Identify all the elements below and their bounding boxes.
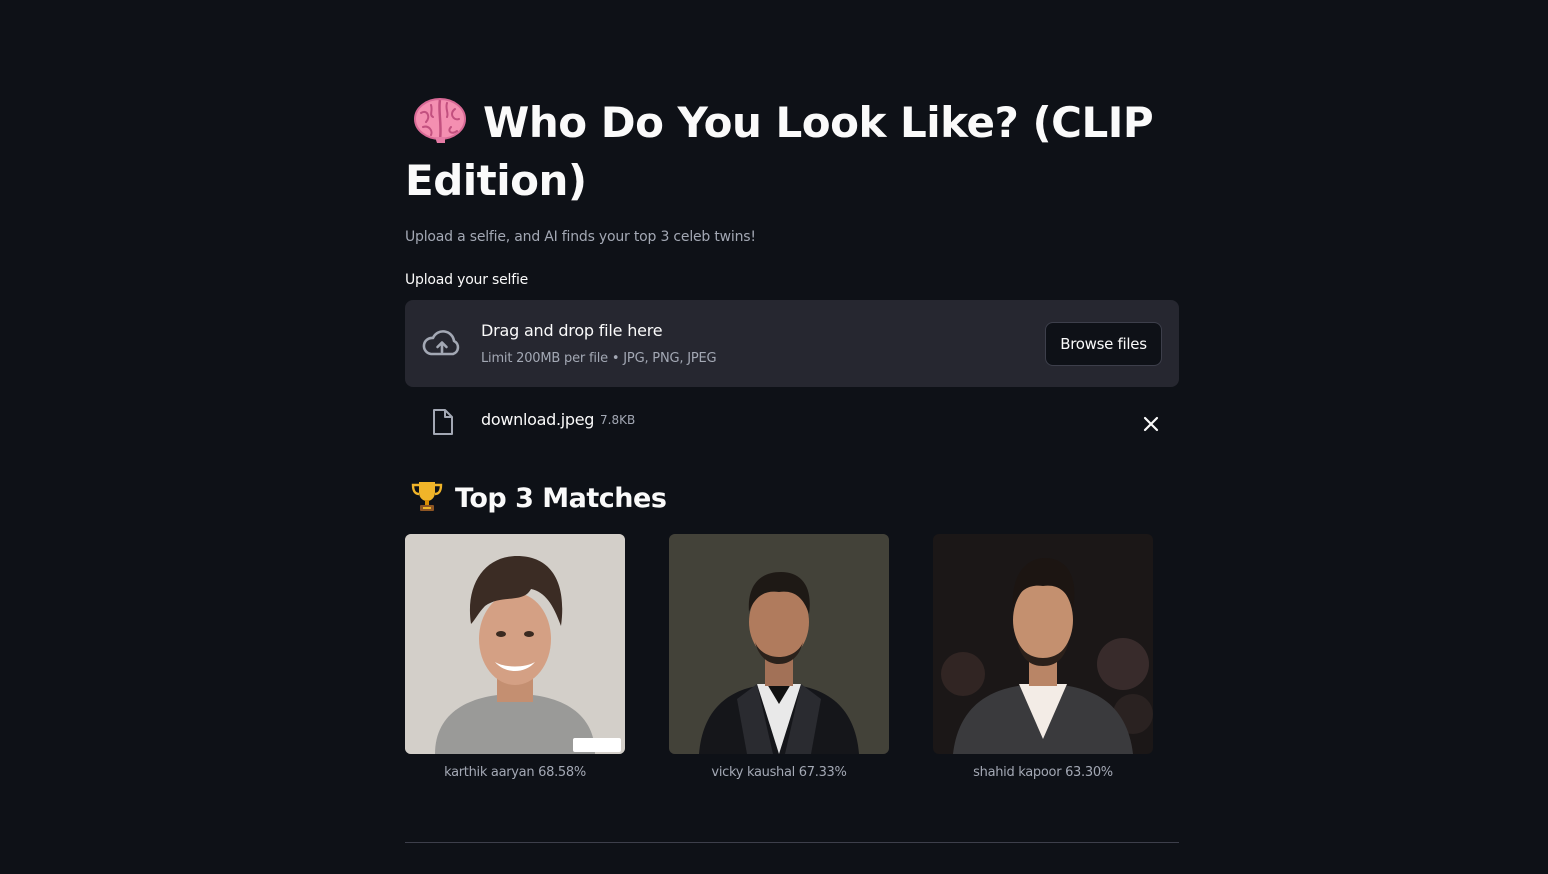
match-caption: vicky kaushal 67.33% (711, 765, 847, 780)
page-title-text: Who Do You Look Like? (CLIP Edition) (405, 98, 1154, 205)
dropzone-instructions: Drag and drop file here (481, 321, 663, 340)
browse-files-button[interactable]: Browse files (1045, 322, 1162, 366)
uploaded-file-name: download.jpeg (481, 410, 595, 429)
page-subtitle: Upload a selfie, and AI finds your top 3… (405, 229, 756, 245)
cloud-upload-icon (422, 330, 460, 356)
file-icon (433, 409, 453, 435)
matches-heading-text: Top 3 Matches (455, 483, 667, 514)
file-dropzone[interactable]: Drag and drop file here Limit 200MB per … (405, 300, 1179, 387)
dropzone-limit-text: Limit 200MB per file • JPG, PNG, JPEG (481, 351, 717, 366)
section-divider (405, 842, 1179, 843)
match-card: shahid kapoor 63.30% (933, 534, 1153, 780)
match-caption: karthik aaryan 68.58% (444, 765, 586, 780)
celebrity-photo (405, 534, 625, 754)
celebrity-photo (933, 534, 1153, 754)
main-container: Who Do You Look Like? (CLIP Edition) Upl… (405, 0, 1179, 874)
brain-icon (414, 98, 466, 143)
match-caption: shahid kapoor 63.30% (973, 765, 1113, 780)
matches-heading: Top 3 Matches (405, 480, 667, 514)
uploader-label: Upload your selfie (405, 272, 529, 288)
remove-file-close-icon[interactable] (1139, 412, 1163, 436)
trophy-icon (411, 482, 443, 511)
celebrity-photo (669, 534, 889, 754)
uploaded-file-row: download.jpeg 7.8KB (405, 400, 1179, 444)
match-card: vicky kaushal 67.33% (669, 534, 889, 780)
uploaded-file-size: 7.8KB (600, 413, 636, 427)
page-title: Who Do You Look Like? (CLIP Edition) (405, 94, 1179, 210)
match-card: karthik aaryan 68.58% (405, 534, 625, 780)
